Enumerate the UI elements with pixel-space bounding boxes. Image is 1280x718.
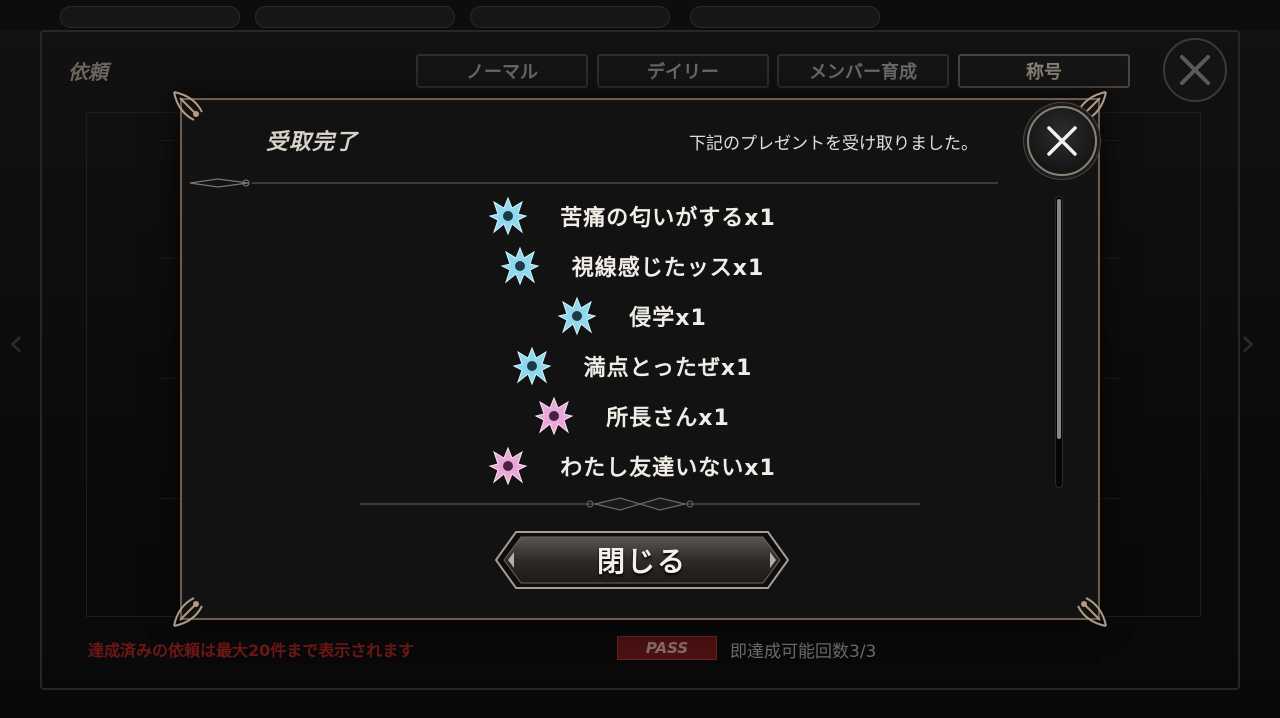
tab-daily[interactable]: デイリー: [597, 54, 769, 88]
reward-label: 満点とったぜx1: [583, 356, 753, 381]
pass-count-text: 即達成可能回数3/3: [730, 642, 877, 662]
dialog-message: 下記のプレゼントを受け取りました。: [689, 134, 978, 154]
corner-ornament-icon: [173, 91, 203, 121]
reward-label: 所長さんx1: [606, 406, 730, 431]
crest-icon-blue: [488, 196, 528, 236]
list-item: 所長さんx1: [182, 396, 1082, 436]
title-divider: [189, 178, 998, 188]
footer-note: 達成済みの依頼は最大20件まで表示されます: [88, 641, 415, 660]
left-arrow-icon: ‹: [8, 320, 24, 366]
close-button-label: 閉じる: [596, 545, 687, 578]
bottom-divider: [360, 497, 920, 511]
reward-label: 侵学x1: [629, 306, 707, 331]
resource-pill: [470, 6, 670, 28]
resource-pill: [255, 6, 455, 28]
list-item: 満点とったぜx1: [182, 346, 1082, 386]
crest-icon-pink: [534, 396, 574, 436]
reward-label: 視線感じたッスx1: [571, 256, 765, 281]
reward-label: わたし友達いないx1: [560, 456, 776, 481]
close-icon: [1047, 126, 1077, 156]
pass-badge: PASS: [617, 636, 717, 660]
reward-label: 苦痛の匂いがするx1: [560, 206, 776, 231]
list-item: 視線感じたッスx1: [182, 246, 1082, 286]
close-icon: [1180, 55, 1210, 85]
resource-pill: [690, 6, 880, 28]
list-item: 侵学x1: [182, 296, 1082, 336]
page-close-button[interactable]: [1163, 38, 1227, 102]
tab-member-training[interactable]: メンバー育成: [777, 54, 949, 88]
close-dialog-button[interactable]: 閉じる: [494, 530, 790, 590]
resource-pill: [60, 6, 240, 28]
crest-icon-pink: [488, 446, 528, 486]
reward-received-dialog: 受取完了 下記のプレゼントを受け取りました。 苦痛の匂いがするx1 視線感じたッ…: [173, 91, 1107, 627]
right-arrow-icon: ›: [1240, 320, 1256, 366]
corner-ornament-icon: [173, 597, 203, 627]
tab-normal[interactable]: ノーマル: [416, 54, 588, 88]
dialog-close-button[interactable]: [1027, 106, 1097, 176]
crest-icon-blue: [512, 346, 552, 386]
reward-list: 苦痛の匂いがするx1 視線感じたッスx1 侵学x1 満点とったぜx1 所長さんx…: [182, 192, 1052, 492]
reward-list-scrollbar[interactable]: [1055, 196, 1063, 488]
list-item: わたし友達いないx1: [182, 446, 1082, 486]
list-item: 苦痛の匂いがするx1: [182, 196, 1082, 236]
corner-ornament-icon: [1077, 597, 1107, 627]
page-title: 依頼: [68, 60, 108, 84]
tab-title[interactable]: 称号: [958, 54, 1130, 88]
dialog-title: 受取完了: [266, 130, 359, 155]
crest-icon-blue: [500, 246, 540, 286]
crest-icon-blue: [557, 296, 597, 336]
scrollbar-thumb[interactable]: [1057, 199, 1061, 439]
